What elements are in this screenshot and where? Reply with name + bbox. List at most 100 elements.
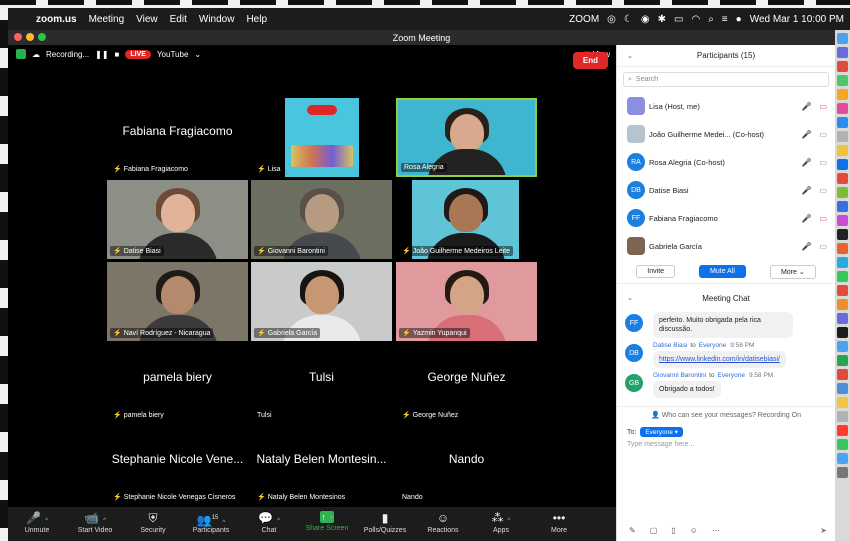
unmute-button[interactable]: 🎤 ^ Unmute <box>8 511 66 534</box>
mute-all-button[interactable]: Mute All <box>699 265 746 278</box>
dock-app-icon[interactable] <box>837 61 848 72</box>
caret-up-icon[interactable]: ^ <box>222 520 225 526</box>
message-link[interactable]: https://www.linkedin.com/in/datisebiasi/ <box>659 356 780 363</box>
participant-row[interactable]: DB Datise Biasi 🎤 ▭ <box>617 176 835 204</box>
dock-app-icon[interactable] <box>837 467 848 478</box>
dock-app-icon[interactable] <box>837 187 848 198</box>
search-icon[interactable]: ⌕ <box>708 14 714 25</box>
caret-up-icon[interactable]: ^ <box>508 518 511 524</box>
dock-app-icon[interactable] <box>837 103 848 114</box>
menu-window[interactable]: Window <box>199 14 235 25</box>
record-icon[interactable]: ◉ <box>641 14 650 25</box>
end-meeting-button[interactable]: End <box>572 52 608 69</box>
mic-muted-icon[interactable]: 🎤 <box>801 242 811 251</box>
mic-icon[interactable]: 🎤 <box>801 158 811 167</box>
dock-app-icon[interactable] <box>837 299 848 310</box>
participant-row[interactable]: Gabriela García 🎤 ▭ <box>617 232 835 260</box>
moon-icon[interactable]: ☾ <box>624 14 633 25</box>
participant-tile[interactable]: ⚡ Datise Biasi <box>107 180 248 259</box>
reactions-button[interactable]: ☺ Reactions <box>414 511 472 534</box>
dock-app-icon[interactable] <box>837 397 848 408</box>
chat-input[interactable]: Type message here... <box>627 441 825 448</box>
dock-app-icon[interactable] <box>837 47 848 58</box>
collapse-participants-icon[interactable]: ⌄ <box>627 52 633 60</box>
participant-tile[interactable]: ⚡ Yazmin Yupanqui <box>396 262 537 341</box>
dock-app-icon[interactable] <box>837 369 848 380</box>
participant-row[interactable]: RA Rosa Alegria (Co-host) 🎤 ▭ <box>617 148 835 176</box>
dock-app-icon[interactable] <box>837 159 848 170</box>
participants-button[interactable]: 👥15^ Participants <box>182 511 240 534</box>
dock-app-icon[interactable] <box>837 75 848 86</box>
dock-app-icon[interactable] <box>837 257 848 268</box>
minimize-window-button[interactable] <box>26 33 34 41</box>
dock-app-icon[interactable] <box>837 425 848 436</box>
siri-icon[interactable]: ● <box>736 14 742 25</box>
dock-app-icon[interactable] <box>837 411 848 422</box>
bluetooth-icon[interactable]: ✱ <box>658 14 666 25</box>
participant-tile[interactable]: Tulsi Tulsi <box>251 344 392 423</box>
chat-visibility-notice[interactable]: 👤 Who can see your messages? Recording O… <box>617 406 835 419</box>
participant-tile[interactable]: ⚡ João Guilherme Medeiros Leite <box>396 180 537 259</box>
file-icon[interactable]: ▯ <box>671 526 675 535</box>
dock-app-icon[interactable] <box>837 229 848 240</box>
mic-muted-icon[interactable]: 🎤 <box>801 130 811 139</box>
invite-button[interactable]: Invite <box>636 265 676 278</box>
chat-recipient-select[interactable]: Everyone ▾ <box>640 427 683 438</box>
dock-app-icon[interactable] <box>837 327 848 338</box>
dock-app-icon[interactable] <box>837 117 848 128</box>
dock-app-icon[interactable] <box>837 131 848 142</box>
stop-recording-icon[interactable]: ■ <box>115 50 120 59</box>
menu-help[interactable]: Help <box>246 14 267 25</box>
dock-app-icon[interactable] <box>837 453 848 464</box>
dock-app-icon[interactable] <box>837 173 848 184</box>
apps-button[interactable]: ⁂ ^ Apps <box>472 511 530 534</box>
dock-app-icon[interactable] <box>837 145 848 156</box>
participant-tile[interactable]: ⚡ Gabriela García <box>251 262 392 341</box>
caret-up-icon[interactable]: ^ <box>330 516 333 522</box>
live-badge[interactable]: LIVE <box>125 49 151 59</box>
message-sender[interactable]: Giovanni Barontini <box>653 372 706 379</box>
dock-app-icon[interactable] <box>837 313 848 324</box>
participant-tile[interactable]: Rosa Alegria <box>396 98 537 177</box>
dock-app-icon[interactable] <box>837 383 848 394</box>
participant-tile[interactable]: George Nuñez ⚡ George Nuñez <box>396 344 537 423</box>
collapse-chat-icon[interactable]: ⌄ <box>627 294 633 302</box>
polls-button[interactable]: ▮ Polls/Quizzes <box>356 511 414 534</box>
mic-muted-icon[interactable]: 🎤 <box>801 102 811 111</box>
camera-icon[interactable]: ▭ <box>819 130 827 139</box>
dock-app-icon[interactable] <box>837 215 848 226</box>
send-icon[interactable]: ➤ <box>820 526 827 535</box>
close-window-button[interactable] <box>14 33 22 41</box>
dock-app-icon[interactable] <box>837 439 848 450</box>
participants-search-input[interactable]: Search <box>636 76 658 83</box>
participant-tile[interactable]: Nataly Belen Montesin... ⚡ Nataly Belen Mo… <box>251 426 392 505</box>
start-video-button[interactable]: 📹 ^ Start Video <box>66 511 124 534</box>
participant-row[interactable]: Lisa (Host, me) 🎤 ▭ <box>617 92 835 120</box>
menu-view[interactable]: View <box>136 14 158 25</box>
participant-tile[interactable]: pamela biery ⚡ pamela biery <box>107 344 248 423</box>
menu-meeting[interactable]: Meeting <box>89 14 125 25</box>
camera-icon[interactable]: ▭ <box>819 158 827 167</box>
menu-app[interactable]: zoom.us <box>36 14 77 25</box>
zoom-status-label[interactable]: ZOOM <box>569 14 599 25</box>
menu-edit[interactable]: Edit <box>170 14 187 25</box>
more-participants-button[interactable]: More ⌄ <box>769 264 816 279</box>
participant-row[interactable]: João Guilherme Medei... (Co-host) 🎤 ▭ <box>617 120 835 148</box>
participant-tile[interactable]: Fabiana Fragiacomo ⚡ Fabiana Fragiacomo <box>107 98 248 177</box>
camera-icon[interactable]: ▭ <box>819 102 827 111</box>
emoji-icon[interactable]: ☺ <box>690 526 698 535</box>
caret-up-icon[interactable]: ^ <box>277 518 280 524</box>
encryption-shield-icon[interactable] <box>16 49 26 59</box>
participant-tile[interactable]: Stephanie Nicole Vene... ⚡ Stephanie Nicol… <box>107 426 248 505</box>
participant-tile[interactable]: ⚡ Lisa <box>251 98 392 177</box>
mic-muted-icon[interactable]: 🎤 <box>801 186 811 195</box>
dock-app-icon[interactable] <box>837 355 848 366</box>
dock-app-icon[interactable] <box>837 271 848 282</box>
message-sender[interactable]: Datise Biasi <box>653 342 687 349</box>
youtube-chevron-down-icon[interactable]: ⌄ <box>194 50 201 59</box>
share-screen-button[interactable]: ↑ ^ Share Screen <box>298 511 356 532</box>
dock-app-icon[interactable] <box>837 285 848 296</box>
more-button[interactable]: ••• More <box>530 511 588 534</box>
chat-button[interactable]: 💬 ^ Chat <box>240 511 298 534</box>
participant-tile[interactable]: ⚡ Giovanni Barontini <box>251 180 392 259</box>
